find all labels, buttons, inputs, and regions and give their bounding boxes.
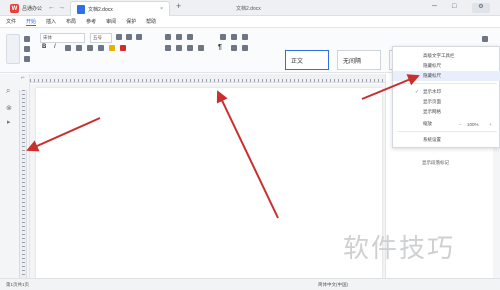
menu-insert[interactable]: 插入: [46, 18, 56, 25]
numbered-list-icon[interactable]: [176, 34, 182, 40]
menu-item-system-settings[interactable]: 系统设置: [393, 135, 500, 145]
line-spacing-icon[interactable]: [231, 45, 237, 51]
clear-format-icon[interactable]: [136, 34, 142, 40]
menu-help[interactable]: 帮助: [146, 18, 156, 25]
superscript-icon[interactable]: [87, 45, 93, 51]
document-tab-title: 文档2.docx: [88, 6, 113, 13]
decrease-indent-icon[interactable]: [220, 34, 226, 40]
close-tab-icon[interactable]: ×: [160, 6, 163, 12]
zoom-plus-icon[interactable]: +: [489, 122, 492, 127]
menu-protect[interactable]: 保护: [126, 18, 136, 25]
forward-icon[interactable]: →: [58, 4, 65, 12]
increase-indent-icon[interactable]: [231, 34, 237, 40]
horizontal-ruler[interactable]: [30, 74, 385, 83]
menu-item-show-watermark[interactable]: ✓ 显示水印: [393, 87, 500, 97]
bullet-list-icon[interactable]: [165, 34, 171, 40]
view-context-menu: 高级文字工具栏 隐藏标尺 隐藏标尺 ✓ 显示水印 显示页面 显示网格 缩放 − …: [392, 46, 500, 148]
panel-show-marks[interactable]: 显示段落标记: [422, 160, 449, 166]
strikethrough-icon[interactable]: [76, 45, 82, 51]
shrink-font-icon[interactable]: [126, 34, 132, 40]
document-tab[interactable]: 文档2.docx ×: [70, 1, 170, 16]
shading-icon[interactable]: [242, 45, 248, 51]
settings-icon[interactable]: ⚙: [472, 3, 490, 13]
app-name: 吕通办公: [22, 6, 43, 12]
italic-button[interactable]: I: [54, 44, 56, 50]
title-bar: W 吕通办公 ← → 文档2.docx × + 文档2.docx ─ □ ⚙: [0, 0, 500, 16]
watermark-text: 软件技巧: [343, 234, 456, 264]
menu-item-advanced-toolbar[interactable]: 高级文字工具栏: [393, 51, 500, 61]
bookmark-icon[interactable]: ⊗: [6, 104, 12, 112]
cut-icon[interactable]: [24, 36, 30, 42]
app-window: W 吕通办公 ← → 文档2.docx × + 文档2.docx ─ □ ⚙ 文…: [0, 0, 500, 290]
style-normal[interactable]: 正文: [285, 50, 329, 70]
font-color-icon[interactable]: [120, 45, 126, 51]
zoom-value: 100%: [467, 121, 479, 127]
menu-bar: 文件 开始 插入 布局 参考 审阅 保护 帮助: [0, 16, 500, 28]
menu-divider: [397, 83, 497, 84]
document-page[interactable]: [36, 88, 382, 282]
subscript-icon[interactable]: [98, 45, 104, 51]
maximize-icon[interactable]: □: [452, 3, 456, 10]
grow-font-icon[interactable]: [116, 34, 122, 40]
menu-home[interactable]: 开始: [26, 18, 37, 26]
justify-icon[interactable]: [198, 45, 204, 51]
underline-icon[interactable]: [65, 45, 71, 51]
style-no-spacing[interactable]: 无间隔: [337, 50, 381, 70]
minimize-icon[interactable]: ─: [432, 3, 437, 10]
window-title: 文档2.docx: [236, 6, 261, 12]
menu-layout[interactable]: 布局: [66, 18, 76, 25]
paragraph-mark-button[interactable]: ¶: [218, 44, 222, 51]
paste-button[interactable]: [6, 34, 20, 64]
align-right-icon[interactable]: [187, 45, 193, 51]
tab-stop-icon[interactable]: ⌐: [21, 75, 25, 81]
menu-item-show-page[interactable]: 显示页面: [393, 97, 500, 107]
font-size-select[interactable]: 五号: [90, 33, 112, 43]
menu-item-hide-ruler[interactable]: 隐藏标尺: [393, 61, 500, 71]
app-logo-icon: W: [10, 4, 19, 13]
copy-icon[interactable]: [24, 46, 30, 52]
menu-item-hide-ruler-highlighted[interactable]: 隐藏标尺: [393, 71, 500, 81]
menu-divider-2: [397, 131, 497, 132]
align-left-icon[interactable]: [165, 45, 171, 51]
back-icon[interactable]: ←: [48, 4, 55, 12]
document-icon: [77, 4, 85, 14]
vertical-ruler[interactable]: [19, 90, 27, 278]
outline-icon[interactable]: ▸: [7, 118, 11, 126]
menu-item-show-grid[interactable]: 显示网格: [393, 107, 500, 117]
status-bar: 第1页共1页 简体中文(中国): [0, 278, 500, 290]
multilevel-list-icon[interactable]: [187, 34, 193, 40]
search-icon[interactable]: ⌕: [6, 86, 10, 96]
app-home-tab[interactable]: W 吕通办公: [4, 1, 48, 16]
menu-file[interactable]: 文件: [6, 18, 16, 25]
page-count: 第1页共1页: [6, 282, 30, 287]
highlight-icon[interactable]: [109, 45, 115, 51]
font-name-select[interactable]: 宋体: [40, 33, 85, 43]
language-status[interactable]: 简体中文(中国): [318, 282, 348, 288]
format-painter-icon[interactable]: [24, 56, 30, 62]
check-icon: ✓: [415, 89, 419, 94]
menu-references[interactable]: 参考: [86, 18, 96, 25]
sort-icon[interactable]: [242, 34, 248, 40]
style-no-spacing-label: 无间隔: [343, 58, 362, 65]
add-tab-button[interactable]: +: [176, 2, 181, 11]
align-center-icon[interactable]: [176, 45, 182, 51]
collapse-ribbon-icon[interactable]: [482, 36, 488, 42]
menu-item-zoom[interactable]: 缩放 − 100% +: [393, 119, 500, 129]
style-normal-label: 正文: [291, 58, 304, 65]
menu-review[interactable]: 审阅: [106, 18, 116, 25]
bold-button[interactable]: B: [42, 44, 46, 50]
zoom-minus-icon[interactable]: −: [459, 122, 462, 127]
